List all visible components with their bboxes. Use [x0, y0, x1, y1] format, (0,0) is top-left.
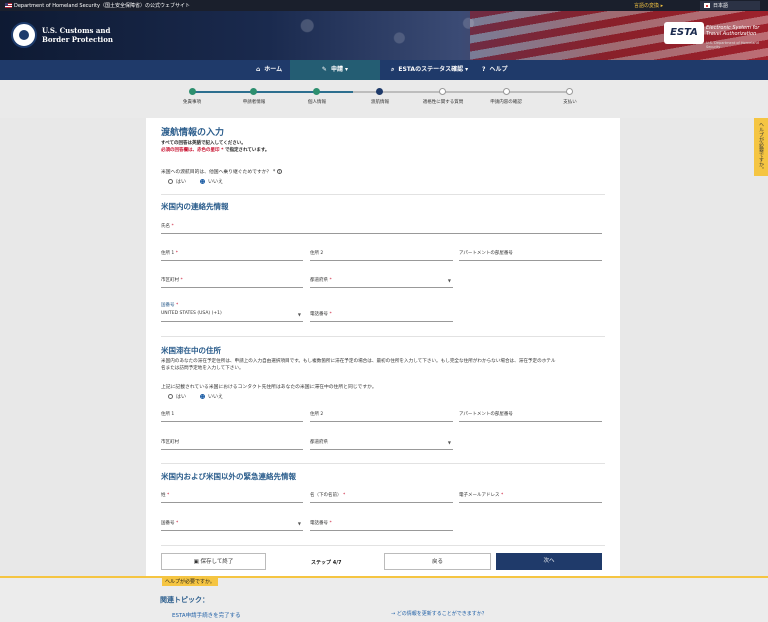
agency-name[interactable]: U.S. Customs and Border Protection: [42, 26, 113, 44]
step-label-1: 免責事項: [183, 100, 201, 105]
contact-apartment-field[interactable]: アパートメントの部屋番号: [459, 249, 602, 261]
stay-description: 米国内のあなたの滞在予定住所は、申請上の入力自由選択項目です。もし複数箇所に滞在…: [161, 359, 556, 371]
progress-line-remaining: [353, 91, 570, 93]
nav-apply[interactable]: ✎ 申請 ▾: [290, 60, 380, 80]
help-icon: ?: [482, 66, 486, 73]
nav-home[interactable]: ⌂ ホーム: [250, 60, 288, 80]
stay-apartment-field[interactable]: アパートメントの部屋番号: [459, 410, 602, 422]
contact-section-title: 米国内の連絡先情報: [161, 202, 229, 211]
transit-yes-radio[interactable]: はい: [168, 178, 186, 185]
same-yes-radio[interactable]: はい: [168, 393, 186, 400]
contact-phone-field[interactable]: 電話番号 *: [310, 310, 453, 322]
step-dot-6: [503, 88, 510, 95]
progress-line-done: [193, 91, 353, 93]
step-label-2: 申請者情報: [242, 100, 266, 105]
english-note: すべての回答は英語で記入してください。: [161, 141, 246, 146]
step-dot-2: [250, 88, 257, 95]
country-code-select[interactable]: UNITED STATES (USA) (+1) ▼: [161, 310, 303, 322]
chevron-down-icon: ▼: [447, 440, 451, 445]
official-site-text: Department of Homeland Security（国土安全保障省）…: [14, 3, 190, 9]
header-banner: [0, 11, 768, 60]
pencil-icon: ✎: [321, 66, 327, 73]
japan-flag-icon: [704, 3, 710, 8]
country-code-label: 国番号 *: [161, 303, 179, 308]
update-info-link[interactable]: → どの情報を更新することができますか？: [391, 610, 487, 617]
stay-address1-field[interactable]: 住所 1: [161, 410, 303, 422]
step-dot-5: [439, 88, 446, 95]
save-and-exit-button[interactable]: ▣ 保存して終了: [161, 553, 266, 570]
page-title: 渡航情報の入力: [161, 128, 225, 138]
nav-status[interactable]: ⌕ ESTAのステータス確認 ▾: [385, 60, 474, 80]
divider: [161, 336, 605, 337]
emergency-country-code-select[interactable]: 国番号 * ▼: [161, 519, 303, 531]
step-label-3: 個人情報: [308, 100, 326, 105]
emergency-phone-field[interactable]: 電話番号 *: [310, 519, 453, 531]
esta-logo-block[interactable]: ESTA Electronic System for Travel Author…: [664, 22, 762, 50]
esta-tagline: Electronic System for Travel Authorizati…: [706, 25, 760, 37]
change-language-link[interactable]: 言語の変換 ▸: [634, 2, 663, 9]
stay-city-field[interactable]: 市区町村: [161, 438, 303, 450]
help-label: ヘルプが必要ですか。: [162, 578, 218, 586]
step-label-7: 支払い: [563, 100, 577, 105]
emergency-given-name-field[interactable]: 名（下の名前） *: [310, 491, 453, 503]
stay-state-select[interactable]: 都道府県 ▼: [310, 438, 453, 450]
footer-help: ヘルプが必要ですか。 関連トピック： ESTA申請手続きを完了する → どの情報…: [0, 576, 768, 622]
complete-application-link[interactable]: ESTA申請手続きを完了する: [172, 611, 241, 619]
esta-logo: ESTA: [664, 22, 704, 44]
emergency-section-title: 米国内および米国以外の緊急連絡先情報: [161, 472, 296, 481]
transit-no-radio[interactable]: いいえ: [200, 178, 223, 185]
step-label-5: 適格性に関する質問: [422, 100, 464, 105]
esta-dept: U.S. Department of Homeland Security: [706, 41, 759, 49]
contact-name-field[interactable]: 氏名 *: [161, 222, 602, 234]
search-icon: ⌕: [391, 66, 395, 73]
step-dot-3: [313, 88, 320, 95]
stay-section-title: 米国滞在中の住所: [161, 346, 221, 355]
emergency-family-name-field[interactable]: 姓 *: [161, 491, 303, 503]
chevron-down-icon: ▼: [447, 278, 451, 283]
chevron-down-icon: ▼: [297, 521, 301, 526]
contact-address2-field[interactable]: 住所 2: [310, 249, 453, 261]
contact-city-field[interactable]: 市区町村 *: [161, 276, 303, 288]
related-topics-title: 関連トピック：: [160, 596, 209, 604]
divider: [161, 194, 605, 195]
divider: [161, 545, 605, 546]
step-label-4: 渡航情報: [371, 100, 389, 105]
step-indicator: ステップ 4/7: [311, 560, 342, 566]
contact-address1-field[interactable]: 住所 1 *: [161, 249, 303, 261]
save-icon: ▣: [193, 559, 201, 565]
progress-tracker: 免責事項 申請者情報 個人情報 渡航情報 適格性に関する質問 申請内容の確認 支…: [0, 80, 768, 118]
language-value: 日本語: [713, 3, 729, 9]
step-dot-1: [189, 88, 196, 95]
language-select[interactable]: 日本語: [700, 1, 760, 10]
emergency-email-field[interactable]: 電子メールアドレス *: [459, 491, 602, 503]
same-address-question: 上記に記載されている米国におけるコンタクト先住所はあなたの米国に滞在中の住所と同…: [161, 385, 377, 390]
step-label-6: 申請内容の確認: [490, 100, 522, 105]
help-side-tab[interactable]: ヘルプが必要ですか。: [754, 118, 768, 176]
contact-state-select[interactable]: 都道府県 * ▼: [310, 276, 453, 288]
step-dot-4: [376, 88, 383, 95]
info-icon[interactable]: ?: [276, 169, 282, 174]
official-site-bar: Department of Homeland Security（国土安全保障省）…: [0, 0, 768, 11]
nav-help[interactable]: ? ヘルプ: [476, 60, 514, 80]
stay-address2-field[interactable]: 住所 2: [310, 410, 453, 422]
travel-info-form: 渡航情報の入力 すべての回答は英語で記入してください。 必須の回答欄は、赤色の星…: [146, 118, 620, 576]
back-button[interactable]: 戻る: [384, 553, 491, 570]
us-flag-icon: [5, 3, 12, 8]
divider: [161, 463, 605, 464]
dhs-seal-icon[interactable]: [11, 22, 37, 48]
transit-question: 米国への渡航目的は、他国へ乗り継ぐためですか？ * ?: [161, 169, 282, 175]
same-no-radio[interactable]: いいえ: [200, 393, 223, 400]
required-note: 必須の回答欄は、赤色の星印 * で指定されています。: [161, 148, 270, 153]
next-button[interactable]: 次へ: [496, 553, 602, 570]
main-nav: ⌂ ホーム ✎ 申請 ▾ ⌕ ESTAのステータス確認 ▾ ? ヘルプ: [0, 60, 768, 80]
chevron-down-icon: ▼: [297, 312, 301, 317]
step-dot-7: [566, 88, 573, 95]
home-icon: ⌂: [256, 66, 261, 73]
